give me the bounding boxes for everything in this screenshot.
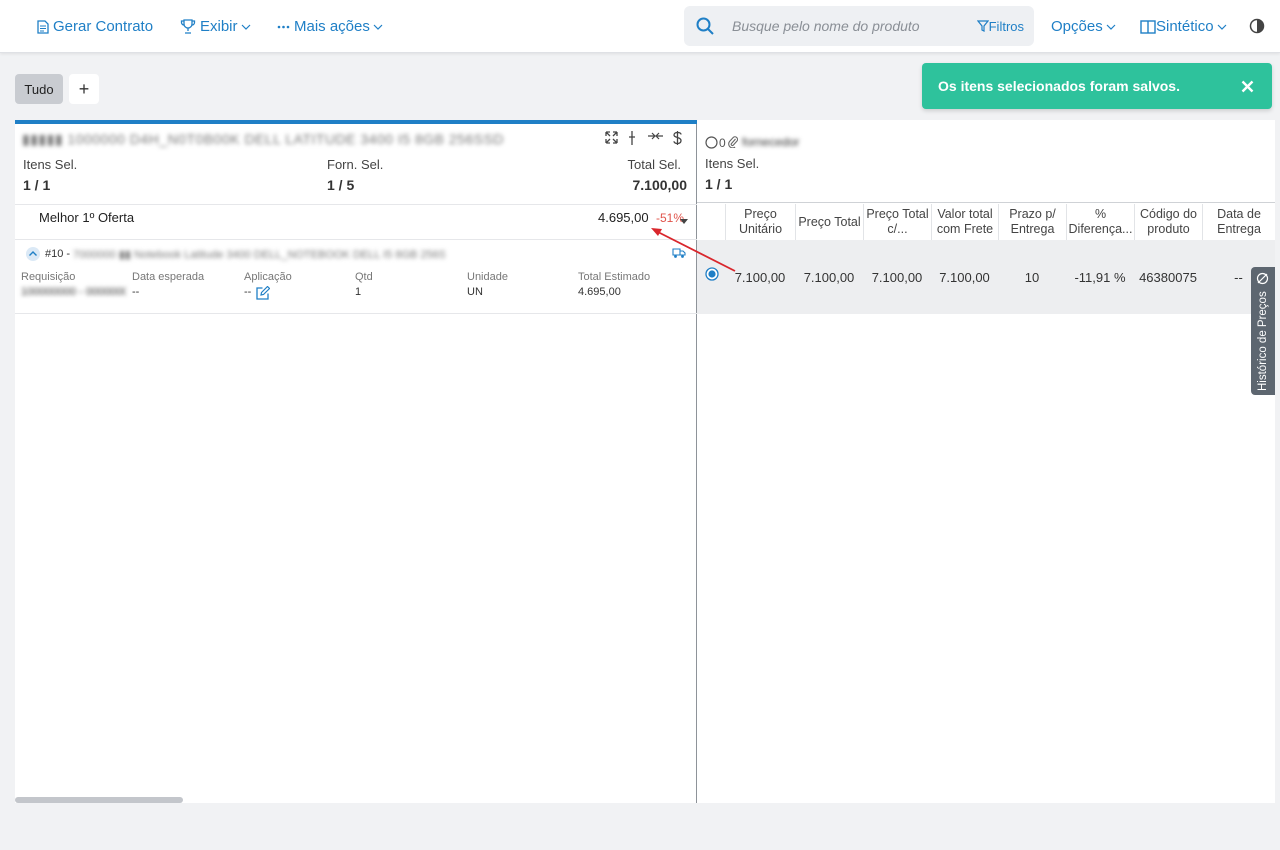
historico-precos-tab[interactable]: Histórico de Preços: [1251, 267, 1275, 395]
annotation-arrow: [651, 228, 736, 272]
historico-precos-label: Histórico de Preços: [1257, 291, 1269, 391]
eye-off-icon: [1256, 272, 1269, 285]
horizontal-scrollbar[interactable]: [15, 797, 183, 803]
